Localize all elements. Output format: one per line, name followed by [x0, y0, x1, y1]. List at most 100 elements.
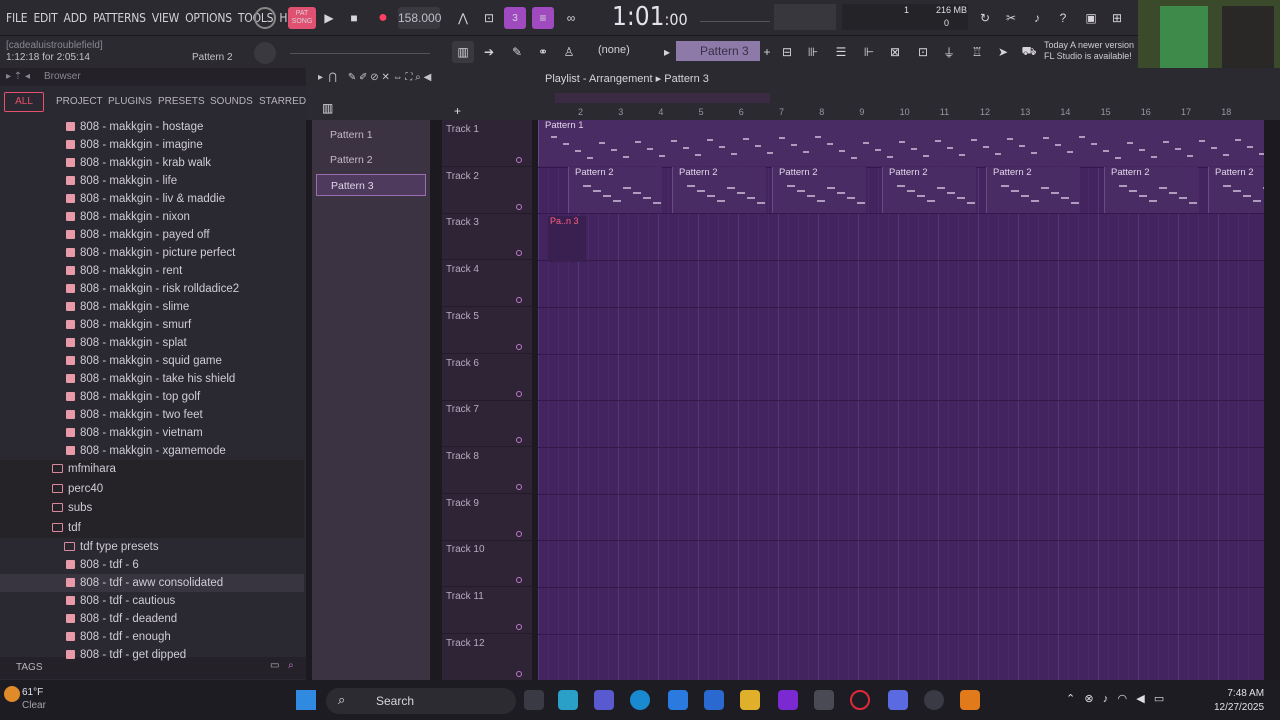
track-name[interactable]: Track 5: [446, 311, 479, 322]
dropbox-icon[interactable]: [668, 690, 688, 710]
pattern-clip[interactable]: Pattern 2: [882, 167, 976, 213]
master-pitch-slider[interactable]: [290, 46, 430, 54]
browser-item[interactable]: 808 - makkgin - payed off: [0, 226, 304, 244]
track-mute-icon[interactable]: [516, 624, 522, 630]
mixer-icon[interactable]: ⊪: [802, 41, 824, 63]
browser-item[interactable]: 808 - makkgin - take his shield: [0, 370, 304, 388]
forward-icon[interactable]: ➤: [992, 41, 1014, 63]
tab-sounds[interactable]: SOUNDS: [210, 96, 253, 107]
loop-record-icon[interactable]: ∞: [560, 7, 582, 29]
browser-item[interactable]: perc40: [0, 479, 304, 499]
pattern-clip[interactable]: Pa..n 3: [548, 216, 586, 262]
zoom-tool-icon[interactable]: ⌕: [415, 72, 421, 83]
track-mute-icon[interactable]: [516, 157, 522, 163]
pencil-icon[interactable]: ✎: [506, 41, 528, 63]
track-name[interactable]: Track 6: [446, 358, 479, 369]
browser-item[interactable]: 808 - makkgin - splat: [0, 334, 304, 352]
browser-item[interactable]: 808 - makkgin - squid game: [0, 352, 304, 370]
track-name[interactable]: Track 8: [446, 451, 479, 462]
browser-item[interactable]: 808 - makkgin - liv & maddie: [0, 190, 304, 208]
timeline-ruler[interactable]: 2 3 4 5 6 7 8 9 10 11 12 13 14 15 16 17 18: [538, 104, 1264, 120]
browser-item[interactable]: 808 - makkgin - krab walk: [0, 154, 304, 172]
menu-patterns[interactable]: PATTERNS: [93, 11, 146, 25]
piano-keys-icon[interactable]: ▥: [452, 41, 474, 63]
track-name[interactable]: Track 11: [446, 591, 484, 602]
tab-plugins[interactable]: PLUGINS: [108, 96, 152, 107]
browser-item[interactable]: 808 - tdf - 6: [0, 556, 304, 574]
tempo-tapper-icon[interactable]: ♖: [966, 41, 988, 63]
stop-button[interactable]: ■: [343, 7, 365, 29]
delete-tool-icon[interactable]: ⊘: [370, 72, 378, 83]
chatgpt-icon[interactable]: [924, 690, 944, 710]
cut-icon[interactable]: ✂: [1000, 7, 1022, 29]
playlist-menu-icon[interactable]: ▸: [318, 72, 323, 83]
pattern-prev-icon[interactable]: ▸: [656, 41, 678, 63]
browser-item[interactable]: tdf: [0, 518, 304, 538]
discord-icon[interactable]: [888, 690, 908, 710]
paint-tool-icon[interactable]: ✐: [359, 72, 367, 83]
piano-roll-icon[interactable]: ⊩: [858, 41, 880, 63]
menu-options[interactable]: OPTIONS: [185, 11, 232, 25]
browser-item[interactable]: tdf type presets: [0, 538, 304, 556]
browser-item[interactable]: 808 - makkgin - nixon: [0, 208, 304, 226]
pattern-clip[interactable]: Pattern 2: [672, 167, 766, 213]
browser-item[interactable]: 808 - makkgin - imagine: [0, 136, 304, 154]
menu-add[interactable]: ADD: [64, 11, 88, 25]
menu-edit[interactable]: EDIT: [33, 11, 57, 25]
update-notice[interactable]: Today A newer version FL Studio is availa…: [1044, 40, 1144, 62]
track-mute-icon[interactable]: [516, 343, 522, 350]
mail-icon[interactable]: [704, 690, 724, 710]
master-volume-knob[interactable]: [254, 7, 276, 29]
playlist-grid[interactable]: Pattern 1 Pattern 2 Pattern 2 Pattern 2 Patt…: [538, 120, 1264, 680]
start-icon[interactable]: [296, 690, 316, 710]
track-name[interactable]: Track 1: [446, 124, 479, 135]
pattern-selector[interactable]: Pattern 3: [676, 41, 760, 61]
menu-file[interactable]: FILE: [6, 11, 28, 25]
edge-icon[interactable]: [630, 690, 650, 710]
browser-item[interactable]: 808 - makkgin - risk rolldadice2: [0, 280, 304, 298]
browser-item[interactable]: 808 - tdf - deadend: [0, 610, 304, 628]
pitch-knob[interactable]: [254, 42, 276, 64]
countdown-icon[interactable]: 3: [504, 7, 526, 29]
track-mute-icon[interactable]: [516, 437, 522, 444]
plugin-picker-icon[interactable]: ⊡: [912, 41, 934, 63]
tray-icons[interactable]: ⌃ ⊗ ♪ ◠ ◀ ▭: [1066, 692, 1164, 705]
slip-tool-icon[interactable]: ⇔: [393, 72, 403, 83]
browser-item[interactable]: 808 - makkgin - xgamemode: [0, 442, 304, 460]
browser-item[interactable]: 808 - makkgin - hostage: [0, 118, 304, 136]
browser-item[interactable]: 808 - tdf - enough: [0, 628, 304, 646]
browser-item[interactable]: 808 - makkgin - slime: [0, 298, 304, 316]
speaker-icon[interactable]: ◀: [424, 72, 432, 83]
mute-tool-icon[interactable]: ✕: [381, 72, 389, 83]
browser-item[interactable]: 808 - makkgin - two feet: [0, 406, 304, 424]
file-explorer-icon[interactable]: [740, 690, 760, 710]
wait-input-icon[interactable]: ⊡: [478, 7, 500, 29]
taskbar-search[interactable]: Search: [326, 688, 516, 714]
browser-icon[interactable]: ⊠: [884, 41, 906, 63]
menu-view[interactable]: VIEW: [152, 11, 179, 25]
browser-item[interactable]: subs: [0, 499, 304, 519]
task-view-icon[interactable]: [524, 690, 544, 710]
help-icon[interactable]: ?: [1052, 7, 1074, 29]
channel-rack-icon[interactable]: ☰: [830, 41, 852, 63]
add-pattern-icon[interactable]: +: [756, 41, 778, 63]
pattern-item[interactable]: Pattern 3: [316, 174, 426, 196]
track-mute-icon[interactable]: [516, 250, 522, 257]
browser-item[interactable]: 808 - makkgin - smurf: [0, 316, 304, 334]
tab-starred[interactable]: STARRED: [259, 96, 306, 107]
pat-song-toggle[interactable]: PAT SONG: [288, 7, 316, 29]
browser-item[interactable]: 808 - tdf - get dipped: [0, 646, 304, 664]
track-name[interactable]: Track 4: [446, 264, 479, 275]
copilot-icon[interactable]: [558, 690, 578, 710]
record-button[interactable]: ●: [372, 7, 394, 29]
piano-icon[interactable]: ▥: [322, 101, 333, 115]
track-mute-icon[interactable]: [516, 297, 522, 304]
track-name[interactable]: Track 2: [446, 171, 479, 182]
playlist-overview-scrollbar[interactable]: [555, 93, 770, 103]
video-editor-icon[interactable]: [778, 690, 798, 710]
teams-icon[interactable]: [594, 690, 614, 710]
pattern-clip[interactable]: Pattern 2: [1208, 167, 1264, 213]
browser-item[interactable]: 808 - makkgin - life: [0, 172, 304, 190]
export-icon[interactable]: ⊞: [1106, 7, 1128, 29]
draw-tool-icon[interactable]: ✎: [348, 72, 356, 83]
